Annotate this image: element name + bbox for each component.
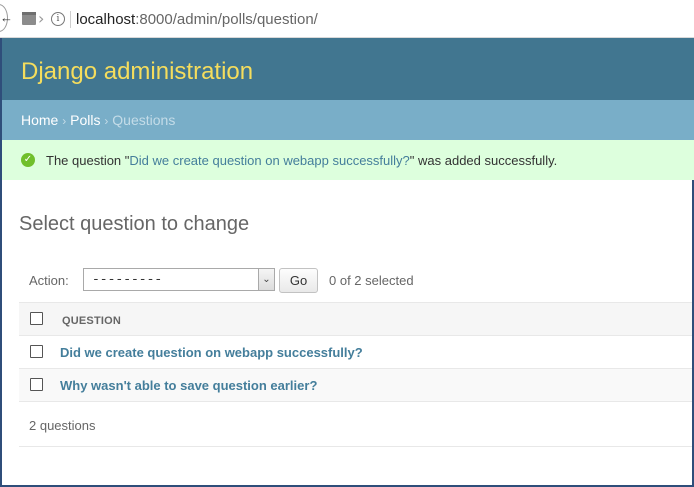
actions-bar: Action: --------- ⌄ Go 0 of 2 selected [19, 262, 694, 300]
dropdown-arrow-icon[interactable]: ⌄ [258, 269, 274, 290]
url-path: :8000/admin/polls/question/ [135, 11, 318, 28]
success-message-text: The question "Did we create question on … [46, 153, 557, 168]
row-checkbox[interactable] [30, 378, 43, 391]
breadcrumb-polls-link[interactable]: Polls [70, 112, 100, 128]
selected-count: 0 of 2 selected [329, 273, 414, 288]
address-separator [70, 11, 71, 28]
site-header: Django administration [0, 38, 694, 100]
go-button[interactable]: Go [279, 268, 318, 293]
address-bar[interactable]: localhost:8000/admin/polls/question/ [76, 11, 318, 28]
row-checkbox[interactable] [30, 345, 43, 358]
chevron-right-icon: › [38, 9, 45, 28]
breadcrumb-home-link[interactable]: Home [21, 112, 58, 128]
success-message: ✓ The question "Did we create question o… [0, 140, 694, 180]
breadcrumb-current: Questions [112, 112, 176, 128]
question-link[interactable]: Did we create question on webapp success… [60, 345, 363, 360]
breadcrumb-separator: › [62, 114, 67, 128]
breadcrumb-separator: › [104, 114, 109, 128]
message-question-link[interactable]: Did we create question on webapp success… [129, 153, 409, 168]
table-row: Did we create question on webapp success… [19, 336, 694, 369]
success-check-icon: ✓ [21, 153, 35, 167]
table-row: Why wasn't able to save question earlier… [19, 369, 694, 402]
result-count: 2 questions [29, 418, 96, 433]
select-all-checkbox[interactable] [30, 312, 43, 325]
question-link[interactable]: Why wasn't able to save question earlier… [60, 378, 317, 393]
browser-toolbar: ← › i localhost:8000/admin/polls/questio… [0, 0, 694, 38]
paginator: 2 questions [19, 405, 694, 447]
back-arrow-icon: ← [0, 10, 13, 25]
back-button[interactable]: ← [0, 4, 13, 32]
results-table: QUESTION Did we create question on webap… [19, 302, 694, 402]
info-icon[interactable]: i [51, 12, 65, 26]
column-header-question[interactable]: QUESTION [62, 315, 121, 327]
page-title: Select question to change [19, 213, 250, 235]
breadcrumb: Home › Polls › Questions [0, 100, 694, 140]
table-header: QUESTION [19, 302, 694, 336]
message-suffix: " was added successfully. [409, 153, 558, 168]
action-select[interactable]: --------- [83, 268, 275, 291]
site-title[interactable]: Django administration [21, 58, 253, 86]
message-prefix: The question " [46, 153, 130, 168]
action-label: Action: [29, 273, 69, 288]
url-host: localhost [76, 11, 136, 28]
page-icon [22, 12, 36, 25]
